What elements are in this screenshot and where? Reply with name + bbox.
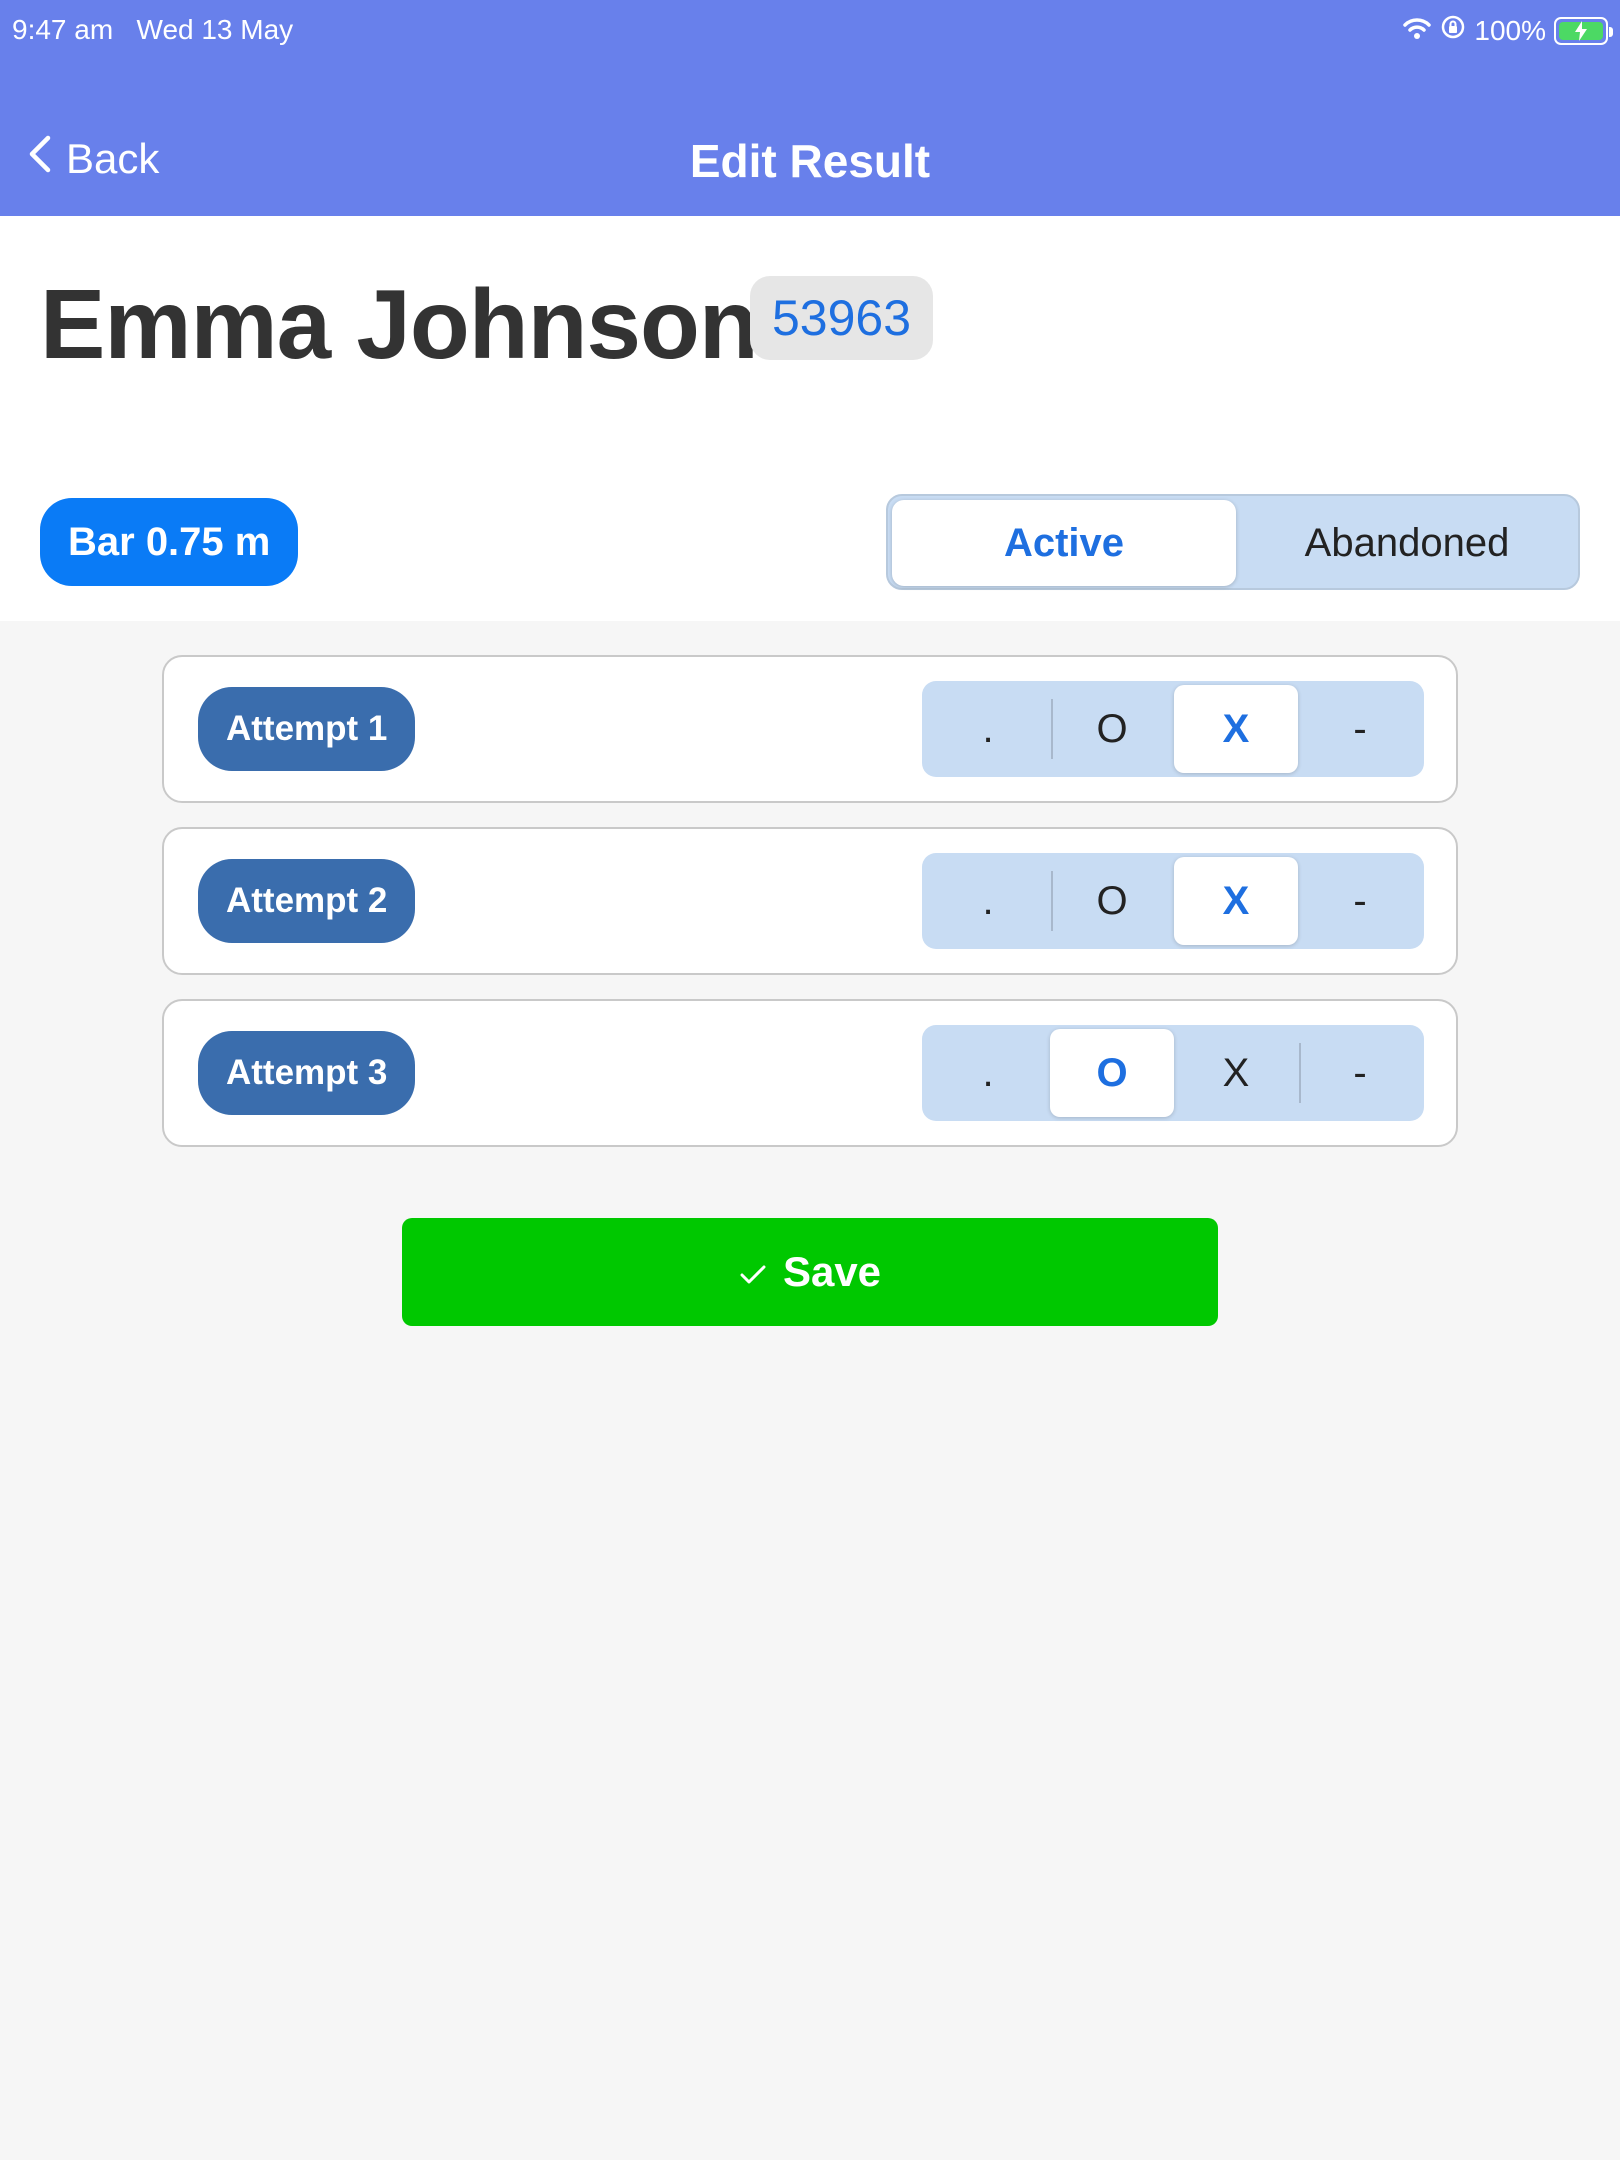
status-option-abandoned[interactable]: Abandoned <box>1238 500 1576 586</box>
status-bar-time: 9:47 am Wed 13 May <box>12 14 293 46</box>
status-bar-indicators: 100% <box>1402 14 1613 47</box>
attempt-label: Attempt 1 <box>198 687 416 771</box>
result-option-clear[interactable]: O <box>1050 1029 1174 1117</box>
athlete-header: Emma Johnson 53963 Bar 0.75 m Active Aba… <box>0 216 1620 621</box>
bar-height-badge: Bar 0.75 m <box>40 498 299 586</box>
status-segmented-control: Active Abandoned <box>886 494 1580 590</box>
result-option-none[interactable]: - <box>1298 857 1422 945</box>
orientation-lock-icon <box>1440 14 1466 47</box>
save-button[interactable]: Save <box>402 1218 1218 1326</box>
status-time: 9:47 am <box>12 14 114 45</box>
result-option-fail[interactable]: X <box>1174 1029 1298 1117</box>
result-option-fail[interactable]: X <box>1174 857 1298 945</box>
attempt-card: Attempt 3 . O X - <box>162 999 1458 1147</box>
result-option-none[interactable]: - <box>1298 1029 1422 1117</box>
attempt-result-selector: . O X - <box>922 1025 1424 1121</box>
checkmark-icon <box>739 1248 767 1296</box>
result-option-fail[interactable]: X <box>1174 685 1298 773</box>
attempt-result-selector: . O X - <box>922 681 1424 777</box>
save-label: Save <box>782 1248 882 1295</box>
wifi-icon <box>1402 15 1432 47</box>
result-option-pass[interactable]: . <box>926 685 1050 773</box>
back-button[interactable]: Back <box>28 134 159 184</box>
result-option-none[interactable]: - <box>1298 685 1422 773</box>
status-option-active[interactable]: Active <box>892 500 1236 586</box>
result-option-pass[interactable]: . <box>926 1029 1050 1117</box>
result-option-clear[interactable]: O <box>1050 857 1174 945</box>
athlete-name: Emma Johnson <box>40 269 759 379</box>
chevron-left-icon <box>28 134 52 184</box>
page-title: Edit Result <box>689 135 931 187</box>
bib-number-badge: 53963 <box>750 276 934 360</box>
attempt-label: Attempt 3 <box>198 1031 416 1115</box>
status-date: Wed 13 May <box>136 14 294 45</box>
result-option-pass[interactable]: . <box>926 857 1050 945</box>
navigation-bar: 9:47 am Wed 13 May 100% Back Edit Result <box>0 0 1620 216</box>
attempt-label: Attempt 2 <box>198 859 416 943</box>
attempt-card: Attempt 1 . O X - <box>162 655 1458 803</box>
battery-icon <box>1554 16 1613 45</box>
battery-percentage: 100% <box>1474 14 1546 46</box>
attempt-result-selector: . O X - <box>922 853 1424 949</box>
result-option-clear[interactable]: O <box>1050 685 1174 773</box>
attempt-card: Attempt 2 . O X - <box>162 827 1458 975</box>
back-label: Back <box>66 135 160 182</box>
